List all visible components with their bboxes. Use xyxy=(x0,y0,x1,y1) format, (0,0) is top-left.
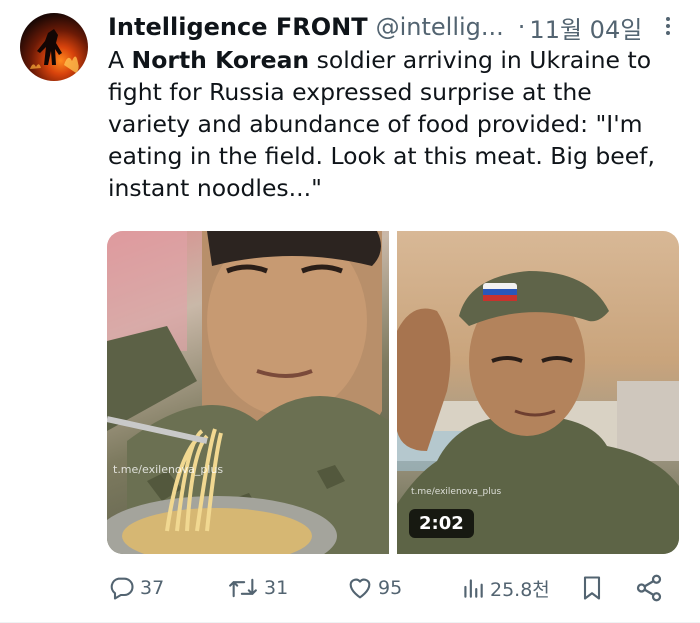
author-name[interactable]: Intelligence FRONT xyxy=(108,13,368,41)
soldier-eating-photo xyxy=(107,231,389,554)
media-image-left[interactable]: t.me/exilenova_plus xyxy=(107,231,389,554)
soldier-salute-photo xyxy=(397,271,679,554)
separator-dot: · xyxy=(517,13,526,41)
media-video-right[interactable]: t.me/exilenova_plus 2:02 xyxy=(397,231,679,554)
avatar[interactable] xyxy=(20,13,88,81)
like-count: 95 xyxy=(378,577,403,599)
video-duration-badge: 2:02 xyxy=(409,509,474,538)
bookmark-button[interactable] xyxy=(578,570,610,606)
media-watermark-left: t.me/exilenova_plus xyxy=(113,463,224,476)
views-chart-icon xyxy=(464,579,483,598)
tweet-media: t.me/exilenova_plus t.me/exilenova_plus … xyxy=(107,231,679,554)
like-button[interactable]: 95 xyxy=(346,570,402,606)
repost-icon xyxy=(229,578,257,598)
heart-icon xyxy=(349,578,371,599)
view-count: 25.8천 xyxy=(490,578,550,601)
avatar-image xyxy=(30,29,79,73)
share-icon xyxy=(636,574,662,602)
repost-count: 31 xyxy=(264,577,289,599)
tweet-text-bold: North Korean xyxy=(131,46,310,74)
share-button[interactable] xyxy=(634,570,668,606)
tweet-header: Intelligence FRONT @intellig... · 11월 04… xyxy=(108,10,670,44)
repost-button[interactable]: 31 xyxy=(226,570,288,606)
tweet-actions: 37 31 95 25.8천 xyxy=(108,570,668,606)
media-watermark-right: t.me/exilenova_plus xyxy=(411,487,502,497)
more-options-icon[interactable] xyxy=(664,14,672,42)
views-button[interactable]: 25.8천 xyxy=(460,570,550,606)
reply-icon xyxy=(110,577,134,600)
tweet-text: A North Korean soldier arriving in Ukrai… xyxy=(108,44,680,204)
tweet-date[interactable]: 11월 04일 xyxy=(529,10,642,45)
reply-count: 37 xyxy=(140,577,165,599)
author-handle[interactable]: @intellig... xyxy=(376,13,504,41)
bookmark-icon xyxy=(583,576,601,600)
tweet-text-part1: A xyxy=(108,46,132,74)
reply-button[interactable]: 37 xyxy=(108,570,164,606)
